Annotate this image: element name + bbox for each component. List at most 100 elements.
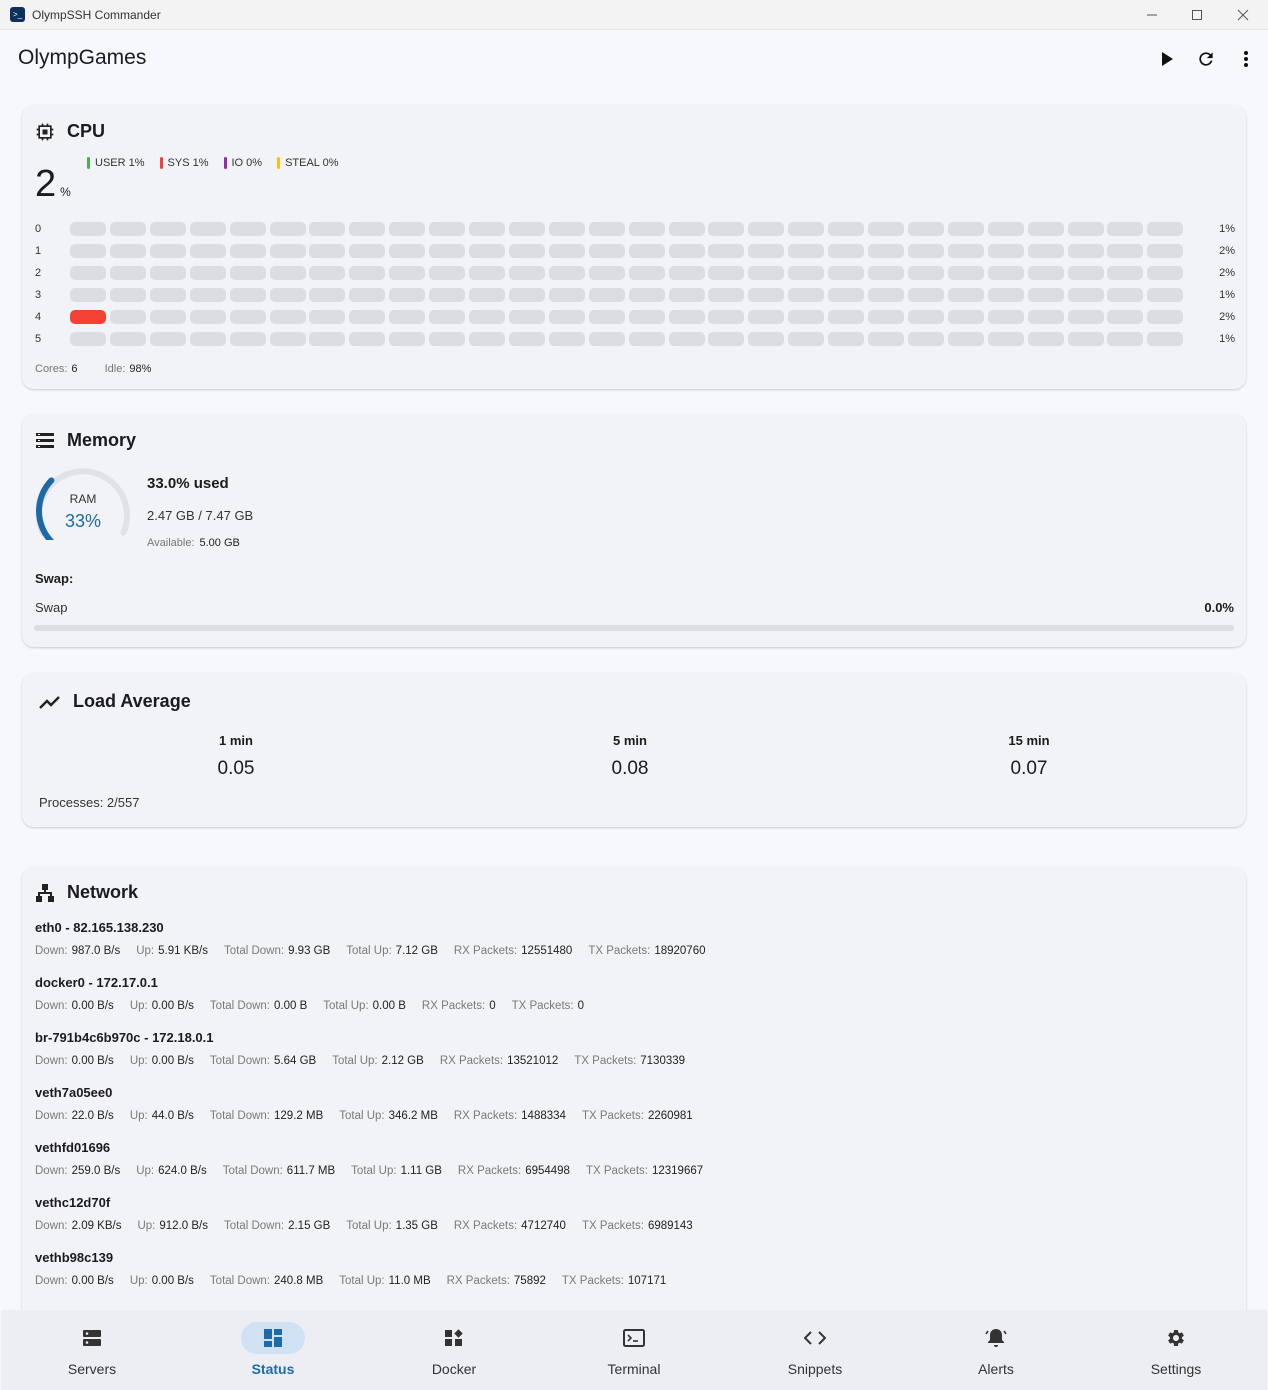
maximize-button[interactable]	[1174, 0, 1220, 30]
core-usage-segment	[229, 244, 266, 258]
core-usage-segment	[708, 332, 745, 346]
nav-item-settings[interactable]: Settings	[1086, 1310, 1266, 1390]
core-usage-segment	[868, 310, 904, 324]
core-usage-segment	[508, 288, 545, 302]
ram-gauge: RAM 33%	[36, 468, 130, 540]
interface-stats: Down: 2.09 KB/s Up: 912.0 B/s Total Down: 2.1…	[35, 1220, 1235, 1232]
stat-label: Total Up:	[351, 1165, 397, 1177]
core-usage-segment	[429, 288, 466, 302]
core-usage-segment	[668, 310, 705, 324]
core-usage-segment	[1027, 310, 1064, 324]
core-usage-segment	[788, 332, 825, 346]
nav-item-status[interactable]: Status	[183, 1310, 363, 1390]
legend-swatch	[159, 157, 163, 169]
stat-value-up: 0.00 B/s	[151, 1000, 194, 1012]
core-usage-segment	[349, 332, 386, 346]
stat-value-rx: 13521012	[507, 1055, 559, 1067]
core-usage-segment	[1107, 332, 1144, 346]
core-usage-segment	[149, 310, 186, 324]
stat-value-down: 987.0 B/s	[71, 945, 121, 957]
more-menu-button[interactable]	[1233, 46, 1259, 72]
core-usage-segment	[828, 332, 865, 346]
servers-icon	[83, 1330, 101, 1346]
memory-list-icon	[36, 432, 54, 448]
core-usage-segment	[349, 244, 386, 258]
core-usage-segment	[109, 288, 146, 302]
core-usage-segment	[189, 222, 226, 236]
nav-item-snippets[interactable]: Snippets	[725, 1310, 905, 1390]
nav-label: Servers	[67, 1361, 117, 1377]
core-usage-segment	[469, 288, 505, 302]
trending-up-icon	[39, 695, 60, 709]
core-usage-segment	[309, 310, 346, 324]
idle-value: 98%	[129, 363, 152, 375]
core-usage-segment	[628, 310, 665, 324]
core-usage-segment	[828, 266, 865, 280]
core-usage-segment	[389, 288, 426, 302]
interface-name: vethfd01696	[35, 1140, 111, 1155]
core-usage-segment	[788, 266, 825, 280]
minimize-button[interactable]	[1129, 0, 1175, 30]
bell-icon	[985, 1329, 1007, 1347]
core-usage-segment	[109, 222, 146, 236]
core-usage-segment	[109, 332, 146, 346]
core-percent: 2%	[1219, 311, 1235, 323]
memory-card: Memory RAM 33% 33.0% used 2.47 GB / 7.47…	[22, 414, 1246, 647]
stat-value-rx: 0	[489, 1000, 496, 1012]
interface-stats: Down: 0.00 B/s Up: 0.00 B/s Total Down: 0.00 …	[35, 1000, 1235, 1012]
stat-label: Total Down:	[223, 945, 285, 957]
swap-heading: Swap:	[35, 571, 74, 586]
nav-item-alerts[interactable]: Alerts	[906, 1310, 1086, 1390]
stat-label: Total Down:	[209, 1110, 271, 1122]
stat-value-tx: 0	[577, 1000, 584, 1012]
stat-label: Up:	[136, 1165, 155, 1177]
core-usage-segment	[229, 288, 266, 302]
refresh-button[interactable]	[1193, 46, 1219, 72]
nav-item-terminal[interactable]: Terminal	[544, 1310, 724, 1390]
stat-label: RX Packets:	[439, 1055, 504, 1067]
core-usage-segment	[1107, 288, 1144, 302]
core-row: 3 1%	[35, 287, 1235, 303]
core-usage-segment	[987, 310, 1024, 324]
window-titlebar: >_ OlympSSH Commander	[0, 0, 1268, 30]
core-usage-segment	[309, 244, 346, 258]
nav-label: Status	[251, 1361, 295, 1377]
stat-value-tx: 12319667	[651, 1165, 704, 1177]
cpu-total-value: 2	[35, 163, 57, 205]
core-usage-segment	[1107, 310, 1144, 324]
stat-label: Total Down:	[223, 1220, 285, 1232]
core-row: 1 2%	[35, 243, 1235, 259]
play-button[interactable]	[1154, 46, 1180, 72]
stat-value-tx: 6989143	[647, 1220, 693, 1232]
nav-item-servers[interactable]: Servers	[2, 1310, 182, 1390]
core-usage-segment	[828, 310, 865, 324]
core-usage-segment	[548, 332, 585, 346]
core-usage-segment	[1067, 244, 1104, 258]
load-15min-value: 0.07	[1010, 758, 1048, 779]
core-usage-segment	[189, 288, 226, 302]
legend-io: IO 0%	[223, 157, 262, 169]
stat-label: TX Packets:	[585, 1165, 648, 1177]
core-usage-segment	[708, 288, 745, 302]
cpu-title: CPU	[67, 121, 106, 141]
core-id: 1	[35, 245, 42, 257]
core-usage-segment	[668, 244, 705, 258]
close-button[interactable]	[1220, 0, 1266, 30]
interface-stats: Down: 0.00 B/s Up: 0.00 B/s Total Down: 5.64 …	[35, 1055, 1235, 1067]
stat-label: TX Packets:	[561, 1275, 624, 1287]
cpu-card: CPU USER 1% SYS 1% IO 0% STEAL 0% 2% 0 1%…	[22, 105, 1246, 389]
nav-item-docker[interactable]: Docker	[364, 1310, 544, 1390]
nav-label: Alerts	[978, 1361, 1014, 1377]
core-usage-segment	[668, 332, 705, 346]
core-usage-segment	[907, 244, 944, 258]
app-body: OlympGames CPU USER 1% SYS 1% IO 0% STEA…	[1, 30, 1267, 1390]
cpu-total-usage: 2%	[35, 163, 71, 206]
stat-value-down: 22.0 B/s	[71, 1110, 114, 1122]
core-usage-segment	[947, 332, 984, 346]
core-usage-segment	[868, 222, 904, 236]
core-usage-segment	[70, 310, 106, 324]
stat-value-total-down: 129.2 MB	[274, 1110, 324, 1122]
core-usage-segment	[1027, 244, 1064, 258]
core-usage-segment	[189, 310, 226, 324]
network-interface: vethfd01696 Down: 259.0 B/s Up: 624.0 B/s Tot…	[35, 1140, 1235, 1177]
